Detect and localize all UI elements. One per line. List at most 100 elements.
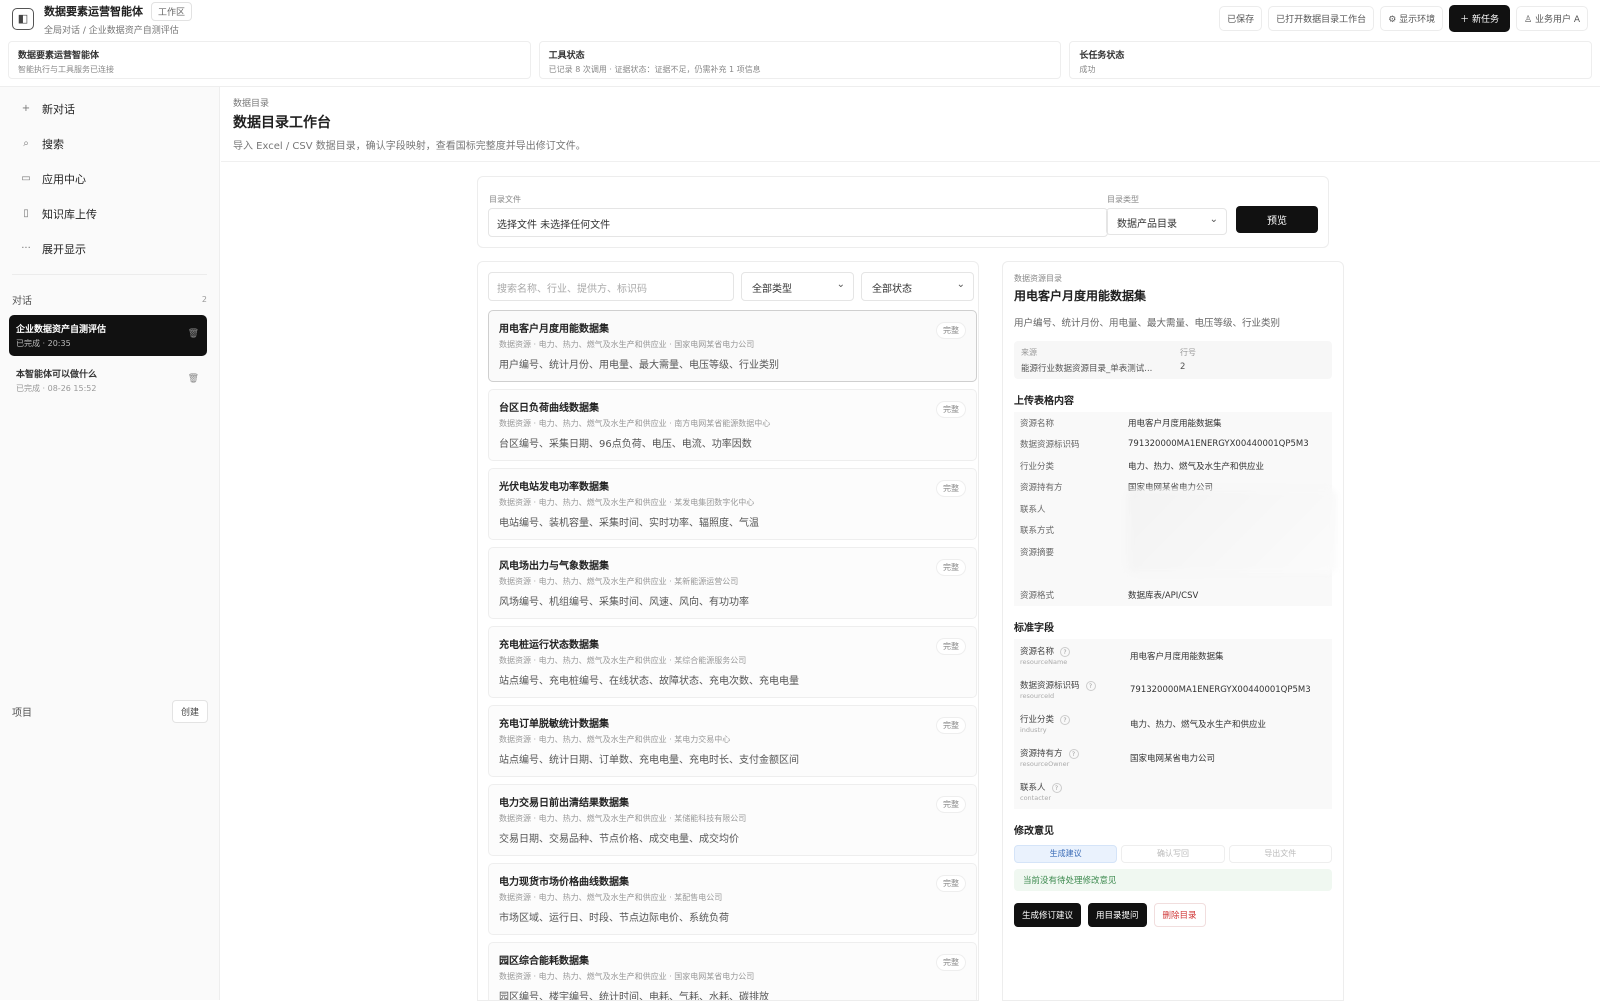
sidebar-item-label: 展开显示 (42, 242, 86, 256)
conversation-title: 本智能体可以做什么 (16, 370, 98, 380)
row-info: 行号 2 (1180, 347, 1196, 372)
user-menu-button[interactable]: ♙ 业务用户 A (1516, 6, 1588, 31)
catalog-items: 用电客户月度用能数据集 数据资源 · 电力、热力、燃气及水生产和供应业 · 国家电… (488, 310, 978, 1000)
new-task-button[interactable]: ＋ 新任务 (1449, 5, 1511, 32)
item-title: 台区日负荷曲线数据集 (499, 403, 599, 414)
catalog-type-select[interactable]: 数据产品目录 ⌄ (1106, 208, 1227, 235)
item-title: 光伏电站发电功率数据集 (499, 482, 609, 493)
plus-icon: + (21, 103, 31, 114)
redacted-blur (1127, 489, 1337, 573)
chevron-down-icon: ⌄ (836, 279, 845, 290)
row-value: 2 (1180, 362, 1186, 372)
field-value: 电力、热力、燃气及水生产和供应业 (1130, 719, 1267, 730)
list-item[interactable]: 风电场出力与气象数据集 数据资源 · 电力、热力、燃气及水生产和供应业 · 某新能… (488, 547, 977, 619)
status-badge: 完整 (936, 717, 966, 734)
long-task-status-title: 长任务状态 (1079, 51, 1125, 61)
preview-button[interactable]: 预览 (1236, 206, 1318, 233)
long-task-status-text: 成功 (1079, 65, 1096, 74)
show-environment-button[interactable]: ⚙ 显示环境 (1380, 6, 1444, 31)
field-name: 联系人? (1020, 781, 1130, 793)
item-title: 电力交易日前出清结果数据集 (499, 798, 629, 809)
help-icon[interactable]: ? (1051, 783, 1062, 793)
source-value: 能源行业数据资源目录_单表测试... (1021, 364, 1153, 374)
conversation-item[interactable]: 本智能体可以做什么 已完成 · 08-26 15:52 🗑 (9, 360, 207, 401)
sidebar: + 新对话 ⌕ 搜索 ▭ 应用中心 ▯ 知识库上传 ··· 展开显示 对话 2 企业数据资… (0, 87, 220, 1000)
item-fields: 站点编号、统计日期、订单数、充电电量、充电时长、支付金额区间 (499, 755, 799, 766)
field-name: 数据资源标识码? (1020, 679, 1130, 691)
user-name: 业务用户 A (1534, 15, 1580, 25)
status-badge: 完整 (936, 954, 966, 971)
no-pending-message: 当前没有待处理修改意见 (1014, 868, 1332, 891)
list-item[interactable]: 电力交易日前出清结果数据集 数据资源 · 电力、热力、燃气及水生产和供应业 · 某… (488, 784, 977, 856)
sidebar-item-app-center[interactable]: ▭ 应用中心 (0, 161, 219, 196)
sidebar-item-new-chat[interactable]: + 新对话 (0, 91, 219, 126)
step-generate[interactable]: 生成建议 (1014, 844, 1118, 863)
field-code: resourceOwner (1020, 760, 1070, 768)
conversation-meta: 已完成 · 08-26 15:52 (16, 384, 97, 393)
field-key: 行业分类? industry (1020, 713, 1130, 734)
list-item[interactable]: 园区综合能耗数据集数据资源 · 电力、热力、燃气及水生产和供应业 · 国家电网某… (488, 942, 977, 1000)
catalog-list-panel: 搜索名称、行业、提供方、标识码 全部类型 ⌄ 全部状态 ⌄ 用电客户月度用能数据… (477, 261, 979, 1001)
help-icon[interactable]: ? (1068, 749, 1079, 759)
help-icon[interactable]: ? (1085, 681, 1096, 691)
field-code: resourceId (1020, 692, 1055, 700)
conversation-item[interactable]: 企业数据资产自测评估 已完成 · 20:35 🗑 (9, 315, 207, 356)
trash-icon[interactable]: 🗑 (188, 374, 199, 384)
step-confirm-writeback[interactable]: 确认写回 (1121, 844, 1225, 863)
generate-revision-button[interactable]: 生成修订建议 (1014, 902, 1082, 927)
field-key: 资源持有方? resourceOwner (1020, 747, 1130, 768)
sidebar-item-knowledge-upload[interactable]: ▯ 知识库上传 (0, 196, 219, 231)
sidebar-divider (12, 274, 207, 275)
row-value: 用电客户月度用能数据集 (1128, 418, 1222, 429)
field-value: 国家电网某省电力公司 (1130, 753, 1216, 764)
standard-fields-table: 资源名称? resourceName 用电客户月度用能数据集 数据资源标识码? res… (1014, 638, 1332, 809)
sidebar-item-search[interactable]: ⌕ 搜索 (0, 126, 219, 161)
help-icon[interactable]: ? (1060, 647, 1071, 657)
detail-breadcrumb: 数据资源目录 (1014, 274, 1062, 283)
row-key: 资源名称 (1020, 418, 1055, 429)
trash-icon[interactable]: 🗑 (188, 329, 199, 339)
table-row: 资源名称 用电客户月度用能数据集 (1014, 412, 1332, 434)
list-item[interactable]: 充电桩运行状态数据集 数据资源 · 电力、热力、燃气及水生产和供应业 · 某综合能… (488, 626, 977, 698)
item-fields: 交易日期、交易品种、节点价格、成交电量、成交均价 (499, 834, 739, 845)
file-input[interactable]: 选择文件 未选择任何文件 (488, 208, 1108, 237)
item-title: 园区综合能耗数据集 (499, 956, 589, 967)
source-box: 来源 能源行业数据资源目录_单表测试... 行号 2 (1014, 341, 1332, 379)
status-badge: 完整 (936, 480, 966, 497)
list-item[interactable]: 台区日负荷曲线数据集 数据资源 · 电力、热力、燃气及水生产和供应业 · 南方电网… (488, 389, 977, 461)
tool-status-text: 已记录 8 次调用 · 证据状态：证据不足，仍需补充 1 项信息 (548, 65, 761, 74)
ask-with-catalog-button[interactable]: 用目录提问 (1088, 902, 1147, 927)
field-key: 资源名称? resourceName (1020, 645, 1130, 666)
item-meta: 数据资源 · 电力、热力、燃气及水生产和供应业 · 国家电网某省电力公司 (499, 972, 755, 981)
list-item[interactable]: 光伏电站发电功率数据集 数据资源 · 电力、热力、燃气及水生产和供应业 · 某发电… (488, 468, 977, 540)
item-fields: 台区编号、采集日期、96点负荷、电压、电流、功率因数 (499, 439, 752, 450)
type-filter-select[interactable]: 全部类型 ⌄ (741, 272, 854, 301)
item-meta: 数据资源 · 电力、热力、燃气及水生产和供应业 · 某新能源运营公司 (499, 577, 739, 586)
saved-button[interactable]: 已保存 (1219, 6, 1263, 31)
search-input[interactable]: 搜索名称、行业、提供方、标识码 (488, 272, 734, 301)
chevron-down-icon: ⌄ (1209, 214, 1218, 225)
create-project-button[interactable]: 创建 (171, 700, 208, 723)
conversations-label: 对话 (12, 296, 32, 307)
conversation-meta: 已完成 · 20:35 (16, 339, 71, 348)
list-item[interactable]: 充电订单脱敏统计数据集 数据资源 · 电力、热力、燃气及水生产和供应业 · 某电力… (488, 705, 977, 777)
field-code: industry (1020, 726, 1047, 734)
row-label: 行号 (1180, 348, 1196, 357)
detail-actions: 生成修订建议 用目录提问 删除目录 (1014, 902, 1332, 927)
list-item[interactable]: 电力现货市场价格曲线数据集 数据资源 · 电力、热力、燃气及水生产和供应业 · 某… (488, 863, 977, 935)
topbar-actions: 已保存 已打开数据目录工作台 ⚙ 显示环境 ＋ 新任务 ♙ 业务用户 A (1219, 5, 1588, 32)
catalog-workbench-button[interactable]: 已打开数据目录工作台 (1268, 6, 1375, 31)
source-info: 来源 能源行业数据资源目录_单表测试... (1021, 347, 1152, 374)
list-item[interactable]: 用电客户月度用能数据集 数据资源 · 电力、热力、燃气及水生产和供应业 · 国家电… (488, 310, 977, 382)
field-name-text: 联系人 (1020, 783, 1046, 793)
sidebar-item-expand[interactable]: ··· 展开显示 (0, 231, 219, 266)
status-filter-select[interactable]: 全部状态 ⌄ (861, 272, 974, 301)
help-icon[interactable]: ? (1060, 715, 1071, 725)
folder-icon: ▭ (21, 173, 31, 184)
row-value: 数据库表/API/CSV (1128, 590, 1199, 601)
status-badge: 完整 (936, 401, 966, 418)
delete-catalog-button[interactable]: 删除目录 (1153, 902, 1206, 927)
detail-panel: 数据资源目录 用电客户月度用能数据集 用户编号、统计月份、用电量、最大需量、电压… (1002, 261, 1344, 1001)
step-export-file[interactable]: 导出文件 (1228, 844, 1332, 863)
show-environment-label: 显示环境 (1399, 15, 1436, 25)
